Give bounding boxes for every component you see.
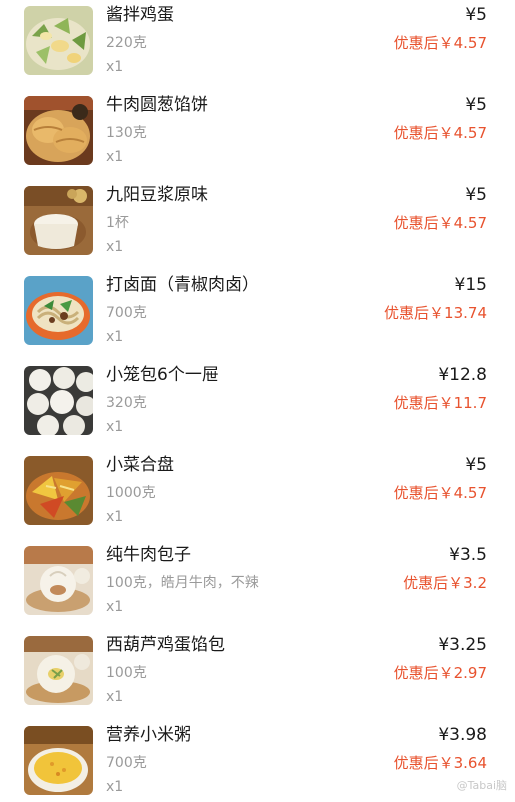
item-price: ¥5: [465, 185, 487, 205]
item-quantity: x1: [106, 329, 124, 345]
item-name: 小菜合盘: [106, 455, 174, 475]
item-discount-price: 优惠后￥3.64: [393, 754, 487, 772]
item-name: 营养小米粥: [106, 725, 191, 745]
millet-porridge-photo-icon: [24, 726, 93, 795]
item-quantity: x1: [106, 149, 124, 165]
item-quantity: x1: [106, 419, 124, 435]
item-price: ¥15: [454, 275, 487, 295]
item-spec: 220克: [106, 35, 147, 51]
item-name: 西葫芦鸡蛋馅包: [106, 635, 225, 655]
order-item-row[interactable]: 小菜合盘 1000克 x1 ¥5 优惠后￥4.57: [0, 442, 515, 532]
order-item-row[interactable]: 打卤面（青椒肉卤） 700克 x1 ¥15 优惠后￥13.74: [0, 262, 515, 352]
item-price: ¥3.98: [438, 725, 487, 745]
egg-salad-photo-icon: [24, 6, 93, 75]
item-quantity: x1: [106, 509, 124, 525]
item-discount-price: 优惠后￥4.57: [393, 34, 487, 52]
order-item-row[interactable]: 营养小米粥 700克 x1 ¥3.98 优惠后￥3.64: [0, 712, 515, 802]
order-item-row[interactable]: 小笼包6个一屉 320克 x1 ¥12.8 优惠后￥11.7: [0, 352, 515, 442]
item-spec: 1000克: [106, 485, 156, 501]
side-dishes-photo-icon: [24, 456, 93, 525]
item-quantity: x1: [106, 59, 124, 75]
item-name: 打卤面（青椒肉卤）: [106, 275, 259, 295]
item-price: ¥3.25: [438, 635, 487, 655]
item-discount-price: 优惠后￥4.57: [393, 124, 487, 142]
watermark: @Tabai脑: [456, 779, 507, 792]
item-price: ¥5: [465, 95, 487, 115]
item-spec: 100克，皓月牛肉，不辣: [106, 575, 259, 591]
steamed-buns-photo-icon: [24, 366, 93, 435]
noodles-photo-icon: [24, 276, 93, 345]
item-name: 小笼包6个一屉: [106, 365, 219, 385]
order-item-row[interactable]: 西葫芦鸡蛋馅包 100克 x1 ¥3.25 优惠后￥2.97: [0, 622, 515, 712]
item-quantity: x1: [106, 599, 124, 615]
item-price: ¥12.8: [438, 365, 487, 385]
item-quantity: x1: [106, 779, 124, 795]
meat-pie-photo-icon: [24, 96, 93, 165]
item-spec: 1杯: [106, 215, 129, 231]
item-price: ¥5: [465, 455, 487, 475]
order-item-row[interactable]: 纯牛肉包子 100克，皓月牛肉，不辣 x1 ¥3.5 优惠后￥3.2: [0, 532, 515, 622]
item-discount-price: 优惠后￥3.2: [403, 574, 487, 592]
order-item-row[interactable]: 酱拌鸡蛋 220克 x1 ¥5 优惠后￥4.57: [0, 0, 515, 82]
item-quantity: x1: [106, 689, 124, 705]
item-discount-price: 优惠后￥4.57: [393, 214, 487, 232]
beef-bun-photo-icon: [24, 546, 93, 615]
item-spec: 700克: [106, 755, 147, 771]
item-spec: 700克: [106, 305, 147, 321]
item-discount-price: 优惠后￥4.57: [393, 484, 487, 502]
item-name: 纯牛肉包子: [106, 545, 191, 565]
item-discount-price: 优惠后￥13.74: [384, 304, 487, 322]
soy-milk-photo-icon: [24, 186, 93, 255]
item-price: ¥5: [465, 5, 487, 25]
item-spec: 320克: [106, 395, 147, 411]
order-item-row[interactable]: 牛肉圆葱馅饼 130克 x1 ¥5 优惠后￥4.57: [0, 82, 515, 172]
item-discount-price: 优惠后￥2.97: [393, 664, 487, 682]
item-spec: 100克: [106, 665, 147, 681]
item-spec: 130克: [106, 125, 147, 141]
item-name: 牛肉圆葱馅饼: [106, 95, 208, 115]
item-name: 酱拌鸡蛋: [106, 5, 174, 25]
item-discount-price: 优惠后￥11.7: [393, 394, 487, 412]
zucchini-bun-photo-icon: [24, 636, 93, 705]
item-quantity: x1: [106, 239, 124, 255]
item-price: ¥3.5: [449, 545, 487, 565]
item-name: 九阳豆浆原味: [106, 185, 208, 205]
order-item-row[interactable]: 九阳豆浆原味 1杯 x1 ¥5 优惠后￥4.57: [0, 172, 515, 262]
order-item-list: 酱拌鸡蛋 220克 x1 ¥5 优惠后￥4.57 牛肉圆葱馅饼 130克 x1 …: [0, 0, 515, 802]
